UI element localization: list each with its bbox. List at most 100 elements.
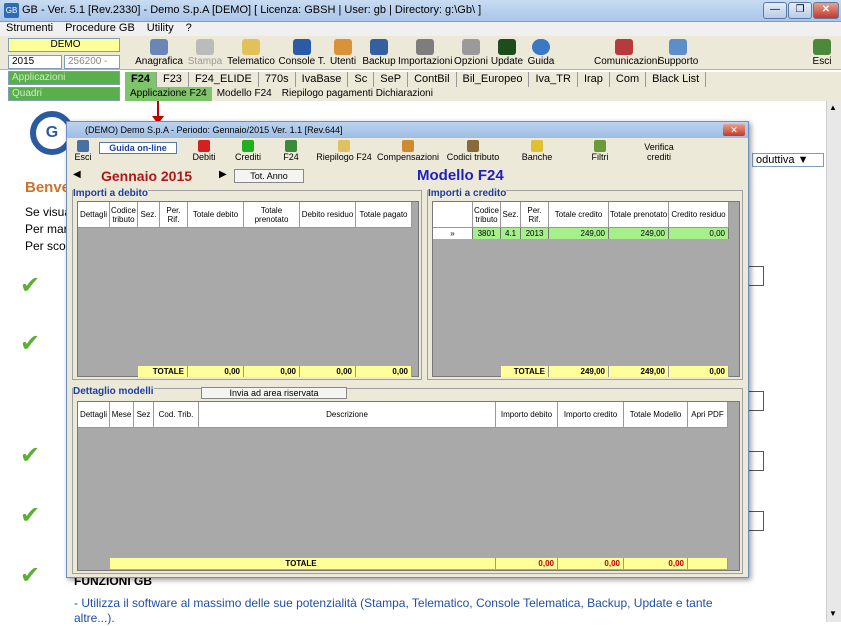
col-sez[interactable]: Sez. xyxy=(138,202,160,228)
invia-area-riservata-button[interactable]: Invia ad area riservata xyxy=(201,387,347,399)
close-button[interactable]: ✕ xyxy=(813,2,839,19)
esci-button[interactable]: Esci xyxy=(810,38,834,68)
col-per-rif[interactable]: Per. Rif. xyxy=(521,202,549,228)
tab-black-list[interactable]: Black List xyxy=(646,72,707,87)
tab-applicazione-f24[interactable]: Applicazione F24 xyxy=(125,87,212,101)
dialog-close-button[interactable]: ✕ xyxy=(723,124,745,136)
credito-total-credito: 249,00 xyxy=(549,366,609,377)
check-icon: ✔ xyxy=(20,502,41,529)
tot-anno-button[interactable]: Tot. Anno xyxy=(234,169,304,183)
cell-sez: 4.1 xyxy=(501,228,521,239)
col-cod-trib[interactable]: Cod. Trib. xyxy=(154,402,199,428)
col-totale-modello[interactable]: Totale Modello xyxy=(624,402,688,428)
tab-f24[interactable]: F24 xyxy=(125,72,157,87)
col-importo-debito[interactable]: Importo debito xyxy=(496,402,558,428)
prev-period-button[interactable]: ◀ xyxy=(73,169,83,182)
tab-bil-europeo[interactable]: Bil_Europeo xyxy=(457,72,530,87)
backup-button[interactable]: Backup xyxy=(362,38,396,68)
importazioni-button[interactable]: Importazioni xyxy=(398,38,452,68)
tab-contbil[interactable]: ContBil xyxy=(408,72,457,87)
col-codice-tributo[interactable]: Codice tributo xyxy=(110,202,138,228)
col-dettagli[interactable]: Dettagli xyxy=(78,202,110,228)
tab-f24-elide[interactable]: F24_ELIDE xyxy=(189,72,259,87)
tab-iva-tr[interactable]: Iva_TR xyxy=(529,72,578,87)
dettaglio-total-pdf xyxy=(688,558,728,569)
tab-sep[interactable]: SeP xyxy=(374,72,409,87)
page-scrollbar[interactable]: ▲ ▼ xyxy=(826,101,841,622)
col-dettagli[interactable]: Dettagli xyxy=(78,402,110,428)
banche-button[interactable]: Banche xyxy=(519,140,555,166)
year-select[interactable]: 2015 xyxy=(8,55,62,69)
menu-bar: Strumenti Procedure GB Utility? xyxy=(0,22,841,36)
comunicazioni-icon xyxy=(615,39,633,55)
dialog-title: (DEMO) Demo S.p.A - Periodo: Gennaio/201… xyxy=(85,125,343,135)
verifica-crediti-button[interactable]: Verifica crediti xyxy=(637,142,681,162)
company-select[interactable]: DEMO xyxy=(8,38,120,52)
minimize-button[interactable]: — xyxy=(763,2,787,19)
tab-770s[interactable]: 770s xyxy=(259,72,296,87)
update-button[interactable]: Update xyxy=(490,38,524,68)
comunicazioni-button[interactable]: Comunicazioni xyxy=(594,38,660,68)
period-label: Gennaio 2015 xyxy=(101,168,193,184)
supporto-button[interactable]: Supporto xyxy=(656,38,700,68)
col-sez[interactable]: Sez xyxy=(134,402,154,428)
stampa-button[interactable]: Stampa xyxy=(186,38,224,68)
menu-procedure[interactable]: Procedure GB xyxy=(59,22,141,35)
col-mese[interactable]: Mese xyxy=(110,402,134,428)
crediti-button[interactable]: Crediti xyxy=(231,140,265,166)
dettaglio-total-credito: 0,00 xyxy=(558,558,624,569)
dlg-esci-button[interactable]: Esci xyxy=(71,140,95,166)
cell-codice: 3801 xyxy=(473,228,501,239)
col-sez[interactable]: Sez. xyxy=(501,202,521,228)
menu-help[interactable]: ? xyxy=(180,22,198,35)
col-debito-residuo[interactable]: Debito residuo xyxy=(300,202,356,228)
col-importo-credito[interactable]: Importo credito xyxy=(558,402,624,428)
tab-sc[interactable]: Sc xyxy=(348,72,375,87)
col-descrizione[interactable]: Descrizione xyxy=(199,402,496,428)
col-totale-credito[interactable]: Totale credito xyxy=(549,202,609,228)
scroll-up-arrow[interactable]: ▲ xyxy=(829,103,837,112)
opzioni-button[interactable]: Opzioni xyxy=(454,38,488,68)
telematico-button[interactable]: Telematico xyxy=(227,38,275,68)
compensazioni-button[interactable]: Compensazioni xyxy=(377,140,439,166)
filtri-button[interactable]: Filtri xyxy=(585,140,615,166)
col-per-rif[interactable]: Per. Rif. xyxy=(160,202,188,228)
scroll-down-arrow[interactable]: ▼ xyxy=(829,609,837,618)
col-codice-tributo[interactable]: Codice tributo xyxy=(473,202,501,228)
anagrafica-icon xyxy=(150,39,168,55)
col-totale-debito[interactable]: Totale debito xyxy=(188,202,244,228)
cell-per: 2013 xyxy=(521,228,549,239)
maximize-button[interactable]: ❐ xyxy=(788,2,812,19)
menu-utility[interactable]: Utility xyxy=(141,22,180,35)
debiti-button[interactable]: Debiti xyxy=(189,140,219,166)
anagrafica-button[interactable]: Anagrafica xyxy=(134,38,184,68)
tab-com[interactable]: Com xyxy=(610,72,647,87)
guida-button[interactable]: Guida xyxy=(526,38,556,68)
pdf-icon xyxy=(748,266,764,286)
codici-tributo-button[interactable]: Codici tributo xyxy=(445,140,501,166)
view-select[interactable]: Quadri xyxy=(8,87,120,101)
col-totale-prenotato[interactable]: Totale prenotato xyxy=(609,202,669,228)
guida-online-button[interactable]: Guida on-line xyxy=(99,142,177,154)
riepilogo-f24-button[interactable]: Riepilogo F24 xyxy=(315,140,373,166)
right-select[interactable]: oduttiva ▼ xyxy=(752,153,824,167)
tab-modello-f24[interactable]: Modello F24 xyxy=(212,87,277,101)
menu-strumenti[interactable]: Strumenti xyxy=(0,22,59,35)
tab-ivabase[interactable]: IvaBase xyxy=(296,72,349,87)
tab-irap[interactable]: Irap xyxy=(578,72,610,87)
table-row[interactable]: » 3801 4.1 2013 249,00 249,00 0,00 xyxy=(433,228,729,239)
f24-button[interactable]: F24 xyxy=(277,140,305,166)
col-credito-residuo[interactable]: Credito residuo xyxy=(669,202,729,228)
code-select[interactable]: 256200 - xyxy=(64,55,120,69)
col-totale-pagato[interactable]: Totale pagato xyxy=(356,202,412,228)
debito-grid: Dettagli Codice tributo Sez. Per. Rif. T… xyxy=(77,201,419,377)
tab-f23[interactable]: F23 xyxy=(157,72,189,87)
console-button[interactable]: Console T. xyxy=(278,38,326,68)
col-apri-pdf[interactable]: Apri PDF xyxy=(688,402,728,428)
tab-riepilogo-pagamenti[interactable]: Riepilogo pagamenti Dichiarazioni xyxy=(277,87,438,101)
crediti-icon xyxy=(242,140,254,152)
col-totale-prenotato[interactable]: Totale prenotato xyxy=(244,202,300,228)
app-select[interactable]: Applicazioni xyxy=(8,71,120,85)
utenti-button[interactable]: Utenti xyxy=(328,38,358,68)
next-period-button[interactable]: ▶ xyxy=(219,169,229,182)
